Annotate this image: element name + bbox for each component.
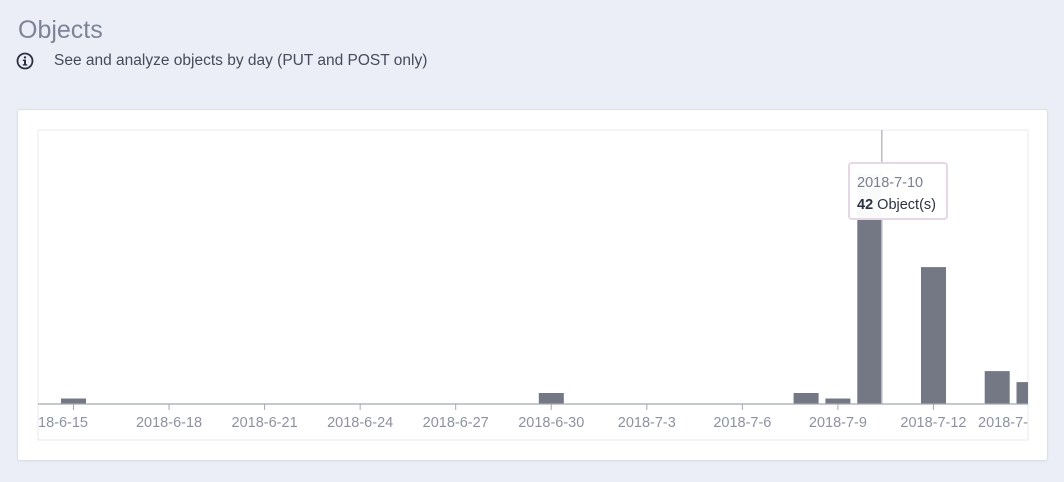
x-tick-label: 2018-7-6	[713, 415, 771, 431]
x-tick-label: 2018-6-24	[327, 415, 393, 431]
x-tick-label: 2018-7-3	[618, 415, 676, 431]
x-tick-label: 2018-6-27	[423, 415, 489, 431]
tooltip-date: 2018-7-10	[857, 175, 924, 191]
chart-card: 18-6-15 2018-6-18 2018-6-21 2018-6-24 2018-6…	[17, 109, 1048, 461]
page-title: Objects	[18, 16, 103, 44]
bar-2018-7-15[interactable]	[1016, 382, 1042, 404]
x-tick-label: 2018-6-18	[136, 415, 202, 431]
page-subtitle-row: See and analyze objects by day (PUT and …	[16, 52, 427, 70]
x-tick-label: 2018-7-12	[900, 415, 966, 431]
page-subtitle: See and analyze objects by day (PUT and …	[54, 52, 428, 69]
bar-2018-6-30[interactable]	[538, 393, 564, 404]
bar-tooltip: 2018-7-10 42 Object(s)	[848, 162, 948, 220]
info-circle-icon	[16, 52, 34, 70]
tooltip-count: 42	[857, 197, 874, 213]
x-tick-label: 2018-6-21	[232, 415, 298, 431]
bar-2018-7-14[interactable]	[984, 371, 1010, 404]
tooltip-unit: Object(s)	[877, 197, 936, 213]
x-tick-label: 2018-7-	[978, 415, 1028, 431]
bar-2018-7-9[interactable]	[825, 398, 851, 405]
x-tick-label: 2018-7-9	[809, 415, 867, 431]
x-axis-ticks: 18-6-15 2018-6-18 2018-6-21 2018-6-24 2018-6…	[38, 404, 1028, 431]
x-tick-label: 18-6-15	[38, 415, 88, 431]
bar-2018-7-12[interactable]	[921, 267, 946, 404]
bar-2018-6-15[interactable]	[61, 398, 86, 405]
bar-2018-7-8[interactable]	[793, 393, 819, 404]
x-tick-label: 2018-6-30	[518, 415, 584, 431]
tooltip-count-row: 42 Object(s)	[857, 194, 946, 216]
